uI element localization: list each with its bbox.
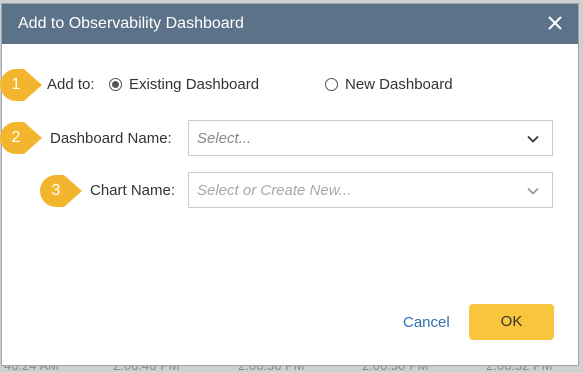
add-to-label: Add to: [47, 76, 95, 93]
cancel-button[interactable]: Cancel [403, 314, 450, 331]
new-dashboard-label[interactable]: New Dashboard [345, 76, 453, 93]
step-badge-1: 1 [0, 69, 42, 101]
dashboard-name-label: Dashboard Name: [50, 130, 172, 147]
add-to-dashboard-dialog: Add to Observability Dashboard 1 Add to:… [0, 3, 579, 366]
dialog-titlebar: Add to Observability Dashboard [2, 4, 578, 44]
dashboard-name-select[interactable]: Select... [188, 120, 553, 156]
dashboard-name-placeholder: Select... [197, 130, 252, 147]
existing-dashboard-radio[interactable] [109, 78, 122, 91]
step-number: 1 [11, 76, 21, 93]
close-icon[interactable] [544, 12, 566, 34]
ok-button[interactable]: OK [469, 304, 554, 340]
step-badge-2: 2 [0, 122, 42, 154]
chart-name-select[interactable]: Select or Create New... [188, 172, 553, 208]
step-number: 3 [51, 182, 61, 199]
new-dashboard-radio[interactable] [325, 78, 338, 91]
chart-name-placeholder: Select or Create New... [197, 182, 352, 199]
dialog-title: Add to Observability Dashboard [18, 15, 244, 32]
existing-dashboard-label[interactable]: Existing Dashboard [129, 76, 259, 93]
step-badge-3: 3 [40, 175, 82, 207]
chevron-down-icon [527, 133, 539, 145]
chevron-down-icon [527, 185, 539, 197]
chart-name-label: Chart Name: [90, 182, 176, 199]
step-number: 2 [11, 129, 21, 146]
